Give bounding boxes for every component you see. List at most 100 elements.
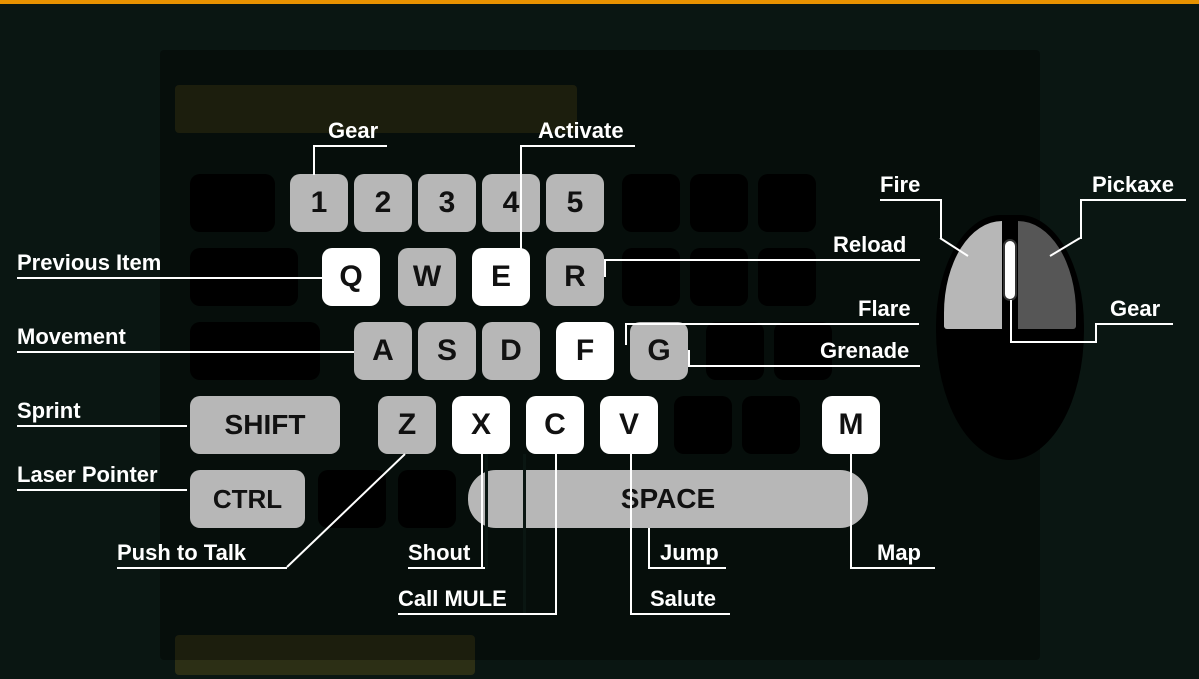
key-label: M xyxy=(839,408,864,442)
callout-line xyxy=(398,613,555,615)
callout-line xyxy=(313,145,387,147)
key-label: V xyxy=(619,408,639,442)
cover xyxy=(485,454,488,569)
key-w: W xyxy=(398,248,456,306)
label-mouse-gear: Gear xyxy=(1110,296,1160,322)
key-label: F xyxy=(576,334,594,368)
key-blank xyxy=(690,248,748,306)
callout-line xyxy=(850,454,852,569)
key-shift: SHIFT xyxy=(190,396,340,454)
key-label: S xyxy=(437,334,457,368)
callout-line xyxy=(520,145,522,249)
key-label: 3 xyxy=(439,186,456,220)
key-1: 1 xyxy=(290,174,348,232)
callout-line xyxy=(555,454,557,615)
callout-line xyxy=(940,238,970,258)
key-label: SPACE xyxy=(621,483,715,515)
key-label: CTRL xyxy=(213,484,282,515)
callout-line xyxy=(630,613,730,615)
callout-line xyxy=(520,145,635,147)
cover xyxy=(523,454,526,615)
callout-line xyxy=(648,567,726,569)
callout-line xyxy=(648,528,650,569)
key-2: 2 xyxy=(354,174,412,232)
callout-line xyxy=(604,259,606,277)
callout-line xyxy=(688,350,690,367)
key-3: 3 xyxy=(418,174,476,232)
callout-line xyxy=(1010,341,1097,343)
key-blank xyxy=(690,174,748,232)
key-m: M xyxy=(822,396,880,454)
key-label: SHIFT xyxy=(225,409,306,441)
key-label: C xyxy=(544,408,566,442)
key-5: 5 xyxy=(546,174,604,232)
key-blank xyxy=(622,174,680,232)
mouse-scroll-wheel xyxy=(1003,239,1017,301)
callout-line xyxy=(940,199,942,239)
key-label: 2 xyxy=(375,186,392,220)
callout-line xyxy=(1080,199,1082,239)
callout-line xyxy=(625,323,627,345)
callout-line xyxy=(117,567,287,569)
key-label: 5 xyxy=(567,186,584,220)
callout-line xyxy=(408,567,481,569)
label-salute: Salute xyxy=(650,586,716,612)
label-laser-pointer: Laser Pointer xyxy=(17,462,158,488)
label-grenade: Grenade xyxy=(820,338,909,364)
callout-line xyxy=(1095,323,1173,325)
key-label: Z xyxy=(398,408,416,442)
key-f: F xyxy=(556,322,614,380)
label-flare: Flare xyxy=(858,296,911,322)
key-label: 4 xyxy=(503,186,520,220)
key-blank xyxy=(706,322,764,380)
key-blank xyxy=(742,396,800,454)
key-blank xyxy=(622,248,680,306)
key-g: G xyxy=(630,322,688,380)
label-shout: Shout xyxy=(408,540,470,566)
callout-line xyxy=(17,351,354,353)
callout-line xyxy=(1080,199,1186,201)
key-x: X xyxy=(452,396,510,454)
label-map: Map xyxy=(877,540,921,566)
label-push-to-talk: Push to Talk xyxy=(117,540,246,566)
callout-line xyxy=(17,489,187,491)
callout-line xyxy=(850,567,935,569)
callout-line xyxy=(1050,238,1082,258)
key-label: G xyxy=(647,334,670,368)
callout-line xyxy=(17,425,187,427)
label-sprint: Sprint xyxy=(17,398,81,424)
key-blank xyxy=(674,396,732,454)
callout-line xyxy=(604,259,920,261)
callout-line xyxy=(313,145,315,175)
key-label: D xyxy=(500,334,522,368)
callout-line xyxy=(1095,323,1097,341)
key-label: A xyxy=(372,334,394,368)
key-r: R xyxy=(546,248,604,306)
label-movement: Movement xyxy=(17,324,126,350)
key-e: E xyxy=(472,248,530,306)
callout-line xyxy=(1010,300,1012,343)
callout-line xyxy=(625,323,919,325)
key-label: X xyxy=(471,408,491,442)
key-q: Q xyxy=(322,248,380,306)
label-jump: Jump xyxy=(660,540,719,566)
label-activate: Activate xyxy=(538,118,624,144)
key-label: R xyxy=(564,260,586,294)
callout-line xyxy=(880,199,940,201)
key-z: Z xyxy=(378,396,436,454)
key-s: S xyxy=(418,322,476,380)
key-blank xyxy=(758,174,816,232)
label-pickaxe: Pickaxe xyxy=(1092,172,1174,198)
callout-line xyxy=(688,365,920,367)
label-fire: Fire xyxy=(880,172,920,198)
key-d: D xyxy=(482,322,540,380)
callout-line xyxy=(481,454,483,569)
callout-line xyxy=(287,454,407,569)
callout-line xyxy=(17,277,322,279)
callout-line xyxy=(630,454,632,615)
key-label: 1 xyxy=(311,186,328,220)
label-previous-item: Previous Item xyxy=(17,250,161,276)
key-blank xyxy=(190,174,275,232)
key-c: C xyxy=(526,396,584,454)
key-label: W xyxy=(413,260,441,294)
